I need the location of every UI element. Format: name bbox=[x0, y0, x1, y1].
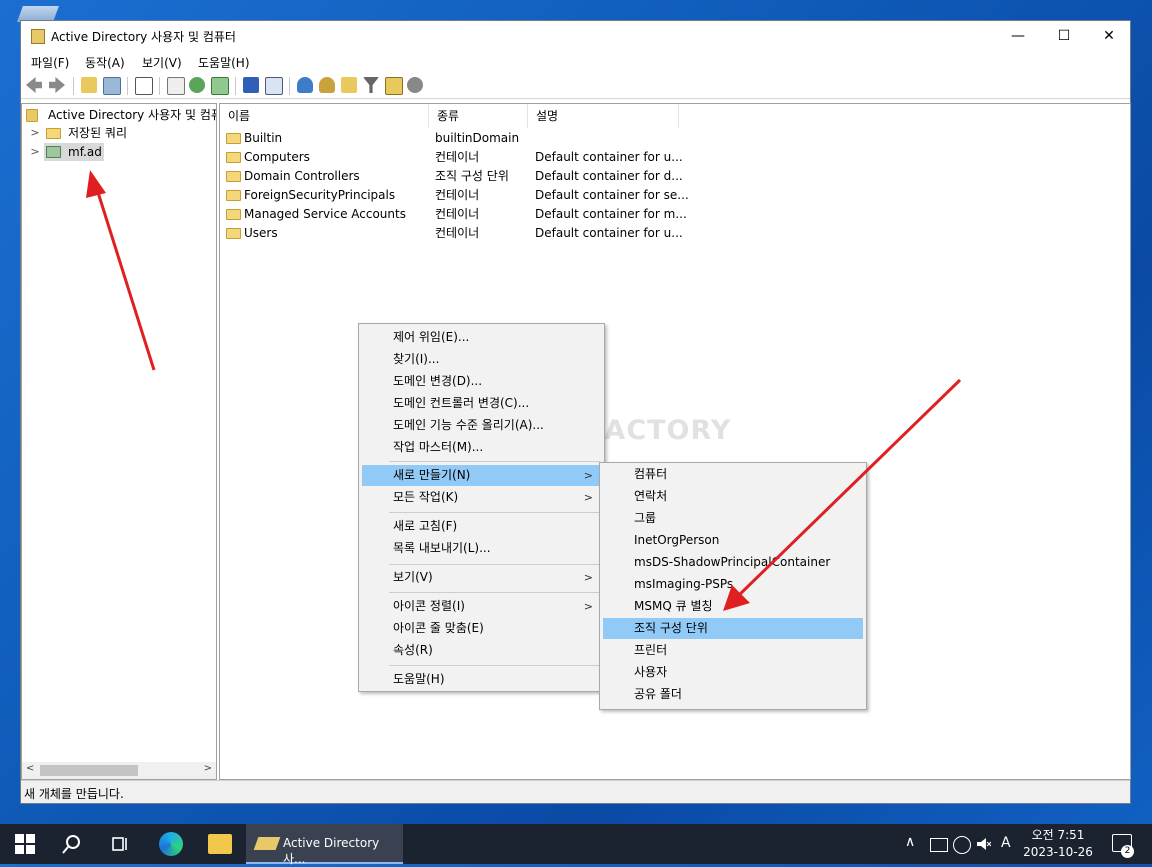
taskbar-app-label: Active Directory 사... bbox=[283, 836, 380, 866]
annotation-arrowhead bbox=[86, 170, 106, 198]
volume-muted-icon[interactable] bbox=[977, 837, 992, 851]
file-explorer-icon[interactable] bbox=[208, 834, 232, 854]
clock-date: 2023-10-26 bbox=[1023, 845, 1093, 859]
annotation-arrow-line bbox=[735, 378, 962, 599]
windows-start-icon[interactable] bbox=[15, 834, 35, 854]
aduc-app-icon bbox=[253, 837, 281, 850]
globe-icon[interactable] bbox=[953, 836, 971, 854]
taskbar: Active Directory 사... ∧ A 오전 7:51 2023-1… bbox=[0, 824, 1152, 866]
ime-indicator[interactable]: A bbox=[1001, 835, 1011, 851]
taskbar-app-aduc[interactable]: Active Directory 사... bbox=[246, 824, 403, 866]
search-icon[interactable] bbox=[62, 834, 82, 854]
clock[interactable]: 오전 7:51 2023-10-26 bbox=[1018, 827, 1098, 861]
notification-badge: 2 bbox=[1121, 845, 1134, 858]
network-icon[interactable] bbox=[930, 838, 948, 852]
annotation-arrow-line bbox=[94, 185, 156, 371]
chevron-up-icon[interactable]: ∧ bbox=[905, 834, 915, 850]
edge-browser-icon[interactable] bbox=[159, 832, 183, 856]
task-view-icon[interactable] bbox=[110, 834, 130, 854]
annotation-layer bbox=[86, 170, 962, 611]
clock-time: 오전 7:51 bbox=[1031, 828, 1085, 842]
